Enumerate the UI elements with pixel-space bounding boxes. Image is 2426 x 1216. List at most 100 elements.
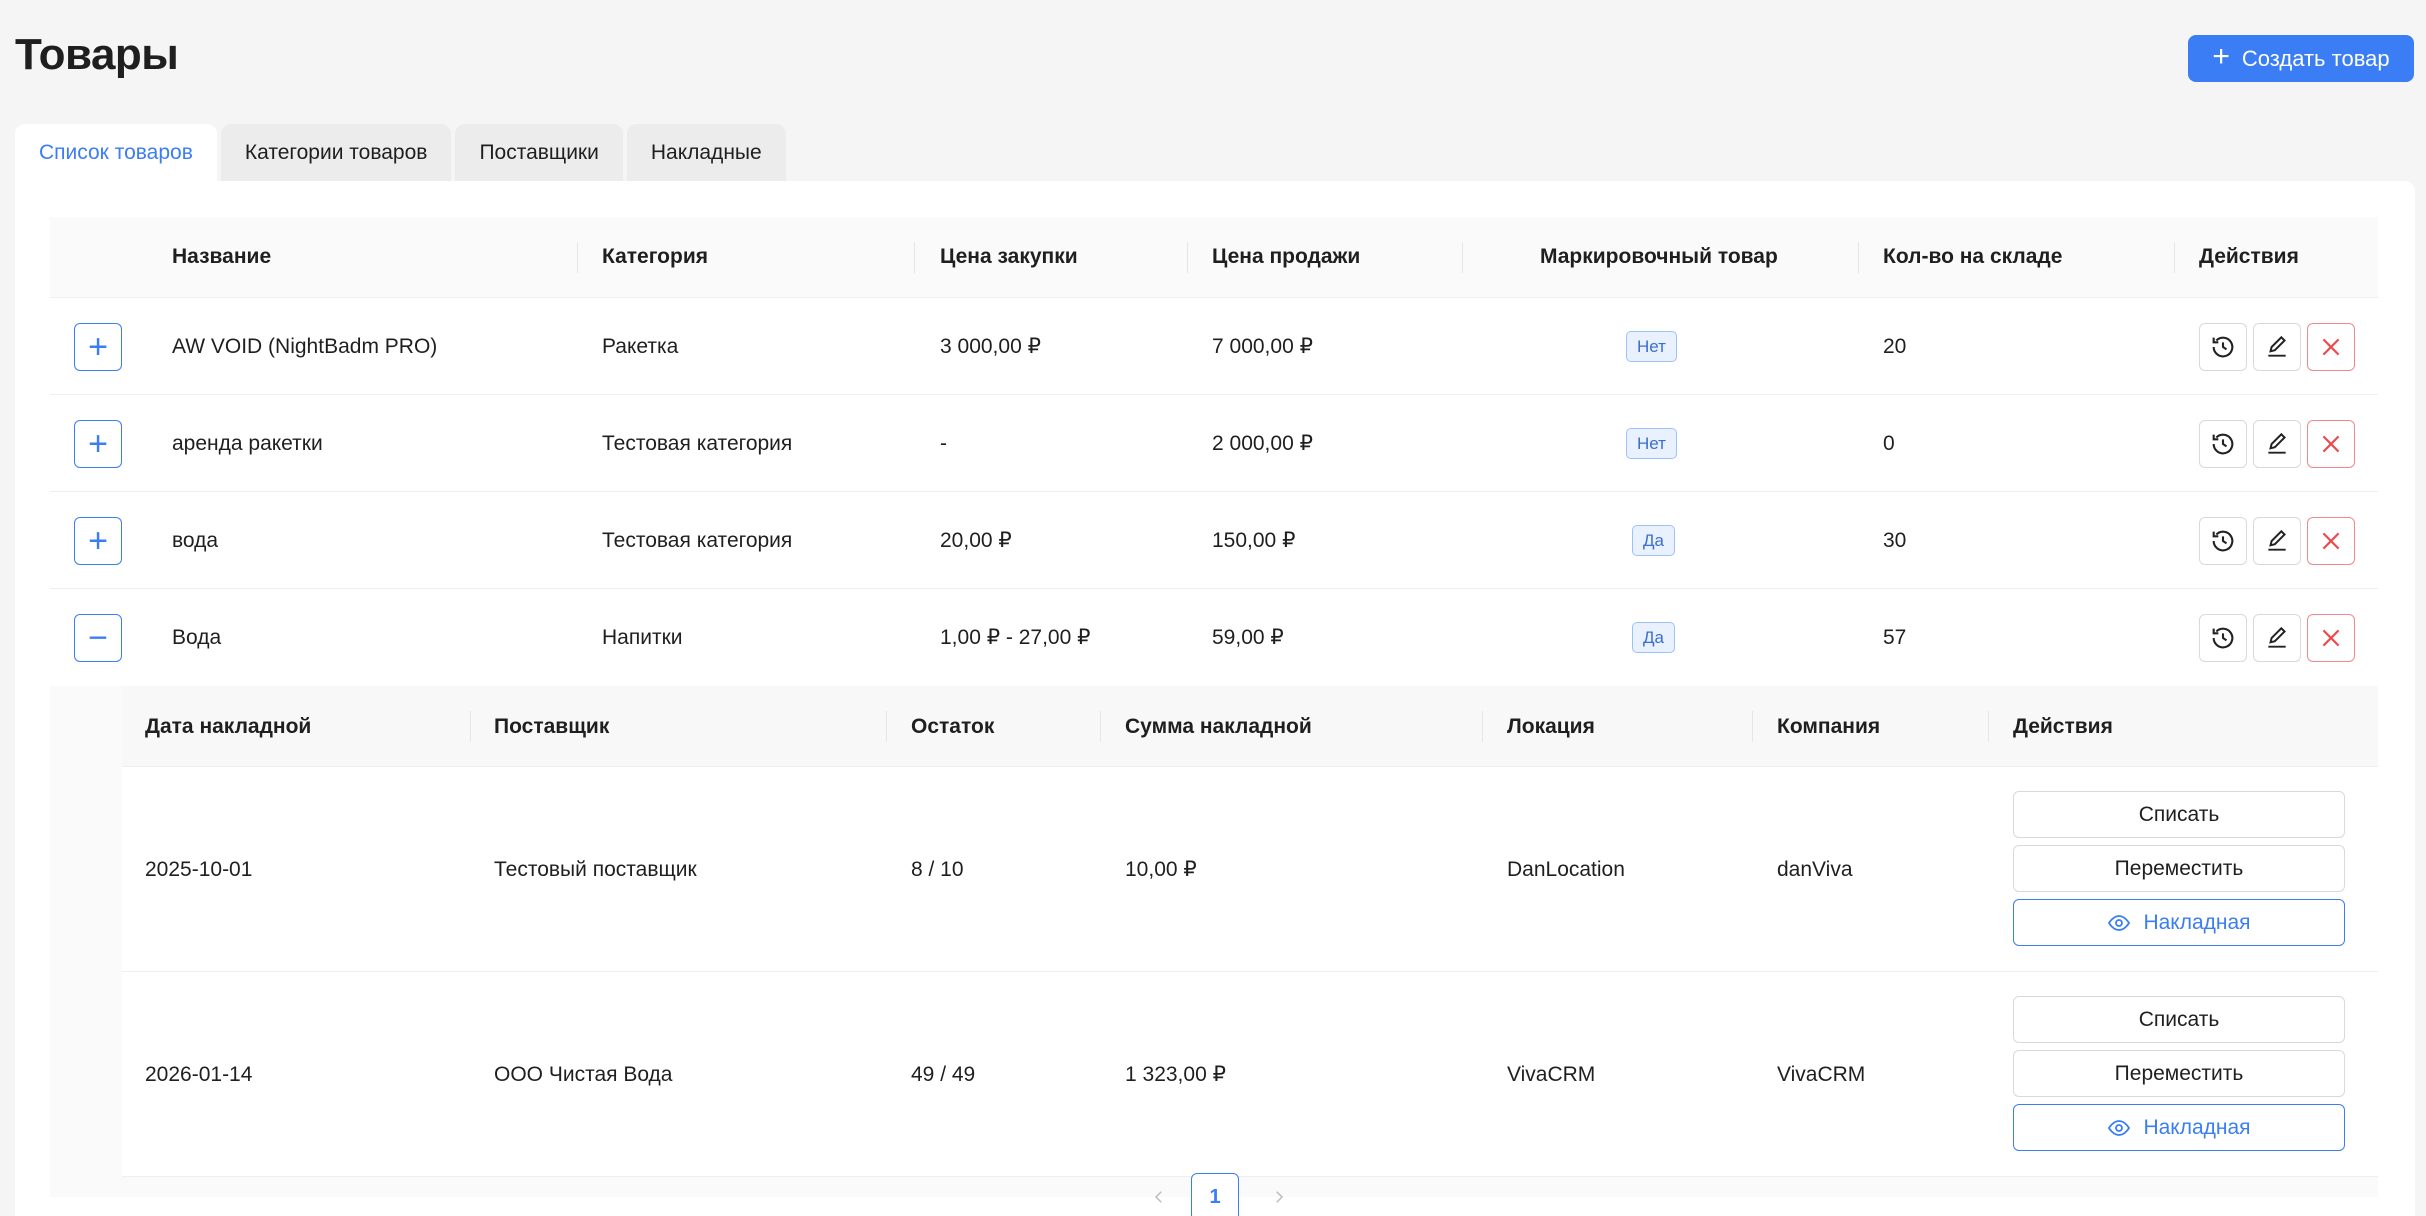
pagination: 1 <box>50 1173 2378 1216</box>
tab-categories[interactable]: Категории товаров <box>220 124 452 181</box>
table-row: − Вода Напитки 1,00 ₽ - 27,00 ₽ 59,00 ₽ … <box>50 589 2378 686</box>
header-supplier: Поставщик <box>494 714 610 738</box>
close-icon <box>2322 629 2340 647</box>
products-panel: Название Категория Цена закупки Цена про… <box>15 181 2415 1216</box>
view-invoice-button[interactable]: Накладная <box>2013 899 2345 946</box>
plus-icon: + <box>2212 40 2230 73</box>
table-header: Название Категория Цена закупки Цена про… <box>50 217 2378 298</box>
view-invoice-label: Накладная <box>2143 910 2251 934</box>
product-buy-price: 1,00 ₽ - 27,00 ₽ <box>940 626 1091 649</box>
header-name: Название <box>172 245 272 268</box>
product-sell-price: 150,00 ₽ <box>1212 529 1296 552</box>
invoice-location: VivaCRM <box>1507 1062 1596 1086</box>
history-button[interactable] <box>2199 323 2247 371</box>
page-title: Товары <box>15 30 179 79</box>
invoice-subtable: Дата накладной Поставщик Остаток Сумма н… <box>50 686 2378 1197</box>
header-stock: Кол-во на складе <box>1883 245 2063 268</box>
product-stock: 30 <box>1883 528 1907 552</box>
write-off-button[interactable]: Списать <box>2013 996 2345 1043</box>
edit-icon <box>2268 529 2286 551</box>
tab-products-list[interactable]: Список товаров <box>15 124 217 181</box>
expand-row-button[interactable]: + <box>74 323 122 371</box>
delete-button[interactable] <box>2307 517 2355 565</box>
prev-page-button[interactable] <box>1147 1185 1171 1209</box>
invoice-date: 2026-01-14 <box>145 1062 253 1086</box>
page-button-current[interactable]: 1 <box>1191 1173 1239 1216</box>
view-invoice-label: Накладная <box>2143 1115 2251 1139</box>
expand-row-button[interactable]: + <box>74 420 122 468</box>
product-name: Вода <box>172 625 222 649</box>
invoice-supplier: ООО Чистая Вода <box>494 1062 673 1086</box>
eye-icon <box>2108 1119 2131 1136</box>
move-button[interactable]: Переместить <box>2013 1050 2345 1097</box>
marked-badge: Да <box>1632 525 1675 556</box>
product-sell-price: 2 000,00 ₽ <box>1212 432 1313 455</box>
marked-badge: Нет <box>1626 331 1677 362</box>
invoice-row: 2026-01-14 ООО Чистая Вода 49 / 49 1 323… <box>122 972 2378 1177</box>
collapse-row-button[interactable]: − <box>74 614 122 662</box>
history-icon <box>2212 627 2234 649</box>
header-actions: Действия <box>2199 245 2299 268</box>
tabs-bar: Список товаров Категории товаров Поставщ… <box>15 124 786 181</box>
edit-button[interactable] <box>2253 614 2301 662</box>
chevron-left-icon <box>1154 1191 1162 1203</box>
invoice-location: DanLocation <box>1507 857 1625 881</box>
close-icon <box>2322 435 2340 453</box>
header-buy-price: Цена закупки <box>940 245 1078 268</box>
products-table: Название Категория Цена закупки Цена про… <box>50 217 2378 1197</box>
history-button[interactable] <box>2199 614 2247 662</box>
edit-button[interactable] <box>2253 517 2301 565</box>
product-sell-price: 59,00 ₽ <box>1212 626 1284 649</box>
table-row: + AW VOID (NightBadm PRO) Ракетка 3 000,… <box>50 298 2378 395</box>
product-stock: 57 <box>1883 625 1907 649</box>
invoice-company: danViva <box>1777 857 1853 881</box>
create-product-button[interactable]: + Создать товар <box>2188 35 2414 82</box>
write-off-button[interactable]: Списать <box>2013 791 2345 838</box>
edit-button[interactable] <box>2253 420 2301 468</box>
edit-icon <box>2268 335 2286 357</box>
history-button[interactable] <box>2199 420 2247 468</box>
view-invoice-button[interactable]: Накладная <box>2013 1104 2345 1151</box>
header-category: Категория <box>602 245 709 268</box>
move-button[interactable]: Переместить <box>2013 845 2345 892</box>
delete-button[interactable] <box>2307 420 2355 468</box>
header-invoice-sum: Сумма накладной <box>1125 714 1312 738</box>
product-stock: 0 <box>1883 431 1895 455</box>
subtable-header: Дата накладной Поставщик Остаток Сумма н… <box>122 686 2378 767</box>
delete-button[interactable] <box>2307 614 2355 662</box>
eye-icon <box>2108 914 2131 931</box>
header-sub-actions: Действия <box>2013 714 2113 738</box>
product-stock: 20 <box>1883 334 1907 358</box>
header-company: Компания <box>1777 714 1881 738</box>
next-page-button[interactable] <box>1267 1185 1291 1209</box>
product-name: AW VOID (NightBadm PRO) <box>172 334 438 358</box>
product-category: Ракетка <box>602 334 679 358</box>
invoice-row: 2025-10-01 Тестовый поставщик 8 / 10 10,… <box>122 767 2378 972</box>
marked-badge: Да <box>1632 622 1675 653</box>
invoice-company: VivaCRM <box>1777 1062 1866 1086</box>
history-icon <box>2212 530 2234 552</box>
product-sell-price: 7 000,00 ₽ <box>1212 335 1313 358</box>
invoice-sum: 10,00 ₽ <box>1125 858 1197 881</box>
edit-icon <box>2268 432 2286 454</box>
delete-button[interactable] <box>2307 323 2355 371</box>
invoice-remainder: 8 / 10 <box>911 857 964 881</box>
invoice-date: 2025-10-01 <box>145 857 253 881</box>
product-category: Тестовая категория <box>602 431 793 455</box>
create-product-label: Создать товар <box>2241 45 2390 71</box>
invoice-sum: 1 323,00 ₽ <box>1125 1063 1226 1086</box>
marked-badge: Нет <box>1626 428 1677 459</box>
tab-suppliers[interactable]: Поставщики <box>455 124 623 181</box>
product-name: аренда ракетки <box>172 431 323 455</box>
expand-row-button[interactable]: + <box>74 517 122 565</box>
table-row: + вода Тестовая категория 20,00 ₽ 150,00… <box>50 492 2378 589</box>
tab-invoices[interactable]: Накладные <box>626 124 786 181</box>
close-icon <box>2322 532 2340 550</box>
history-button[interactable] <box>2199 517 2247 565</box>
header-sell-price: Цена продажи <box>1212 245 1361 268</box>
edit-button[interactable] <box>2253 323 2301 371</box>
header-marked: Маркировочный товар <box>1540 245 1778 268</box>
invoice-remainder: 49 / 49 <box>911 1062 976 1086</box>
edit-icon <box>2268 626 2286 648</box>
history-icon <box>2212 336 2234 358</box>
